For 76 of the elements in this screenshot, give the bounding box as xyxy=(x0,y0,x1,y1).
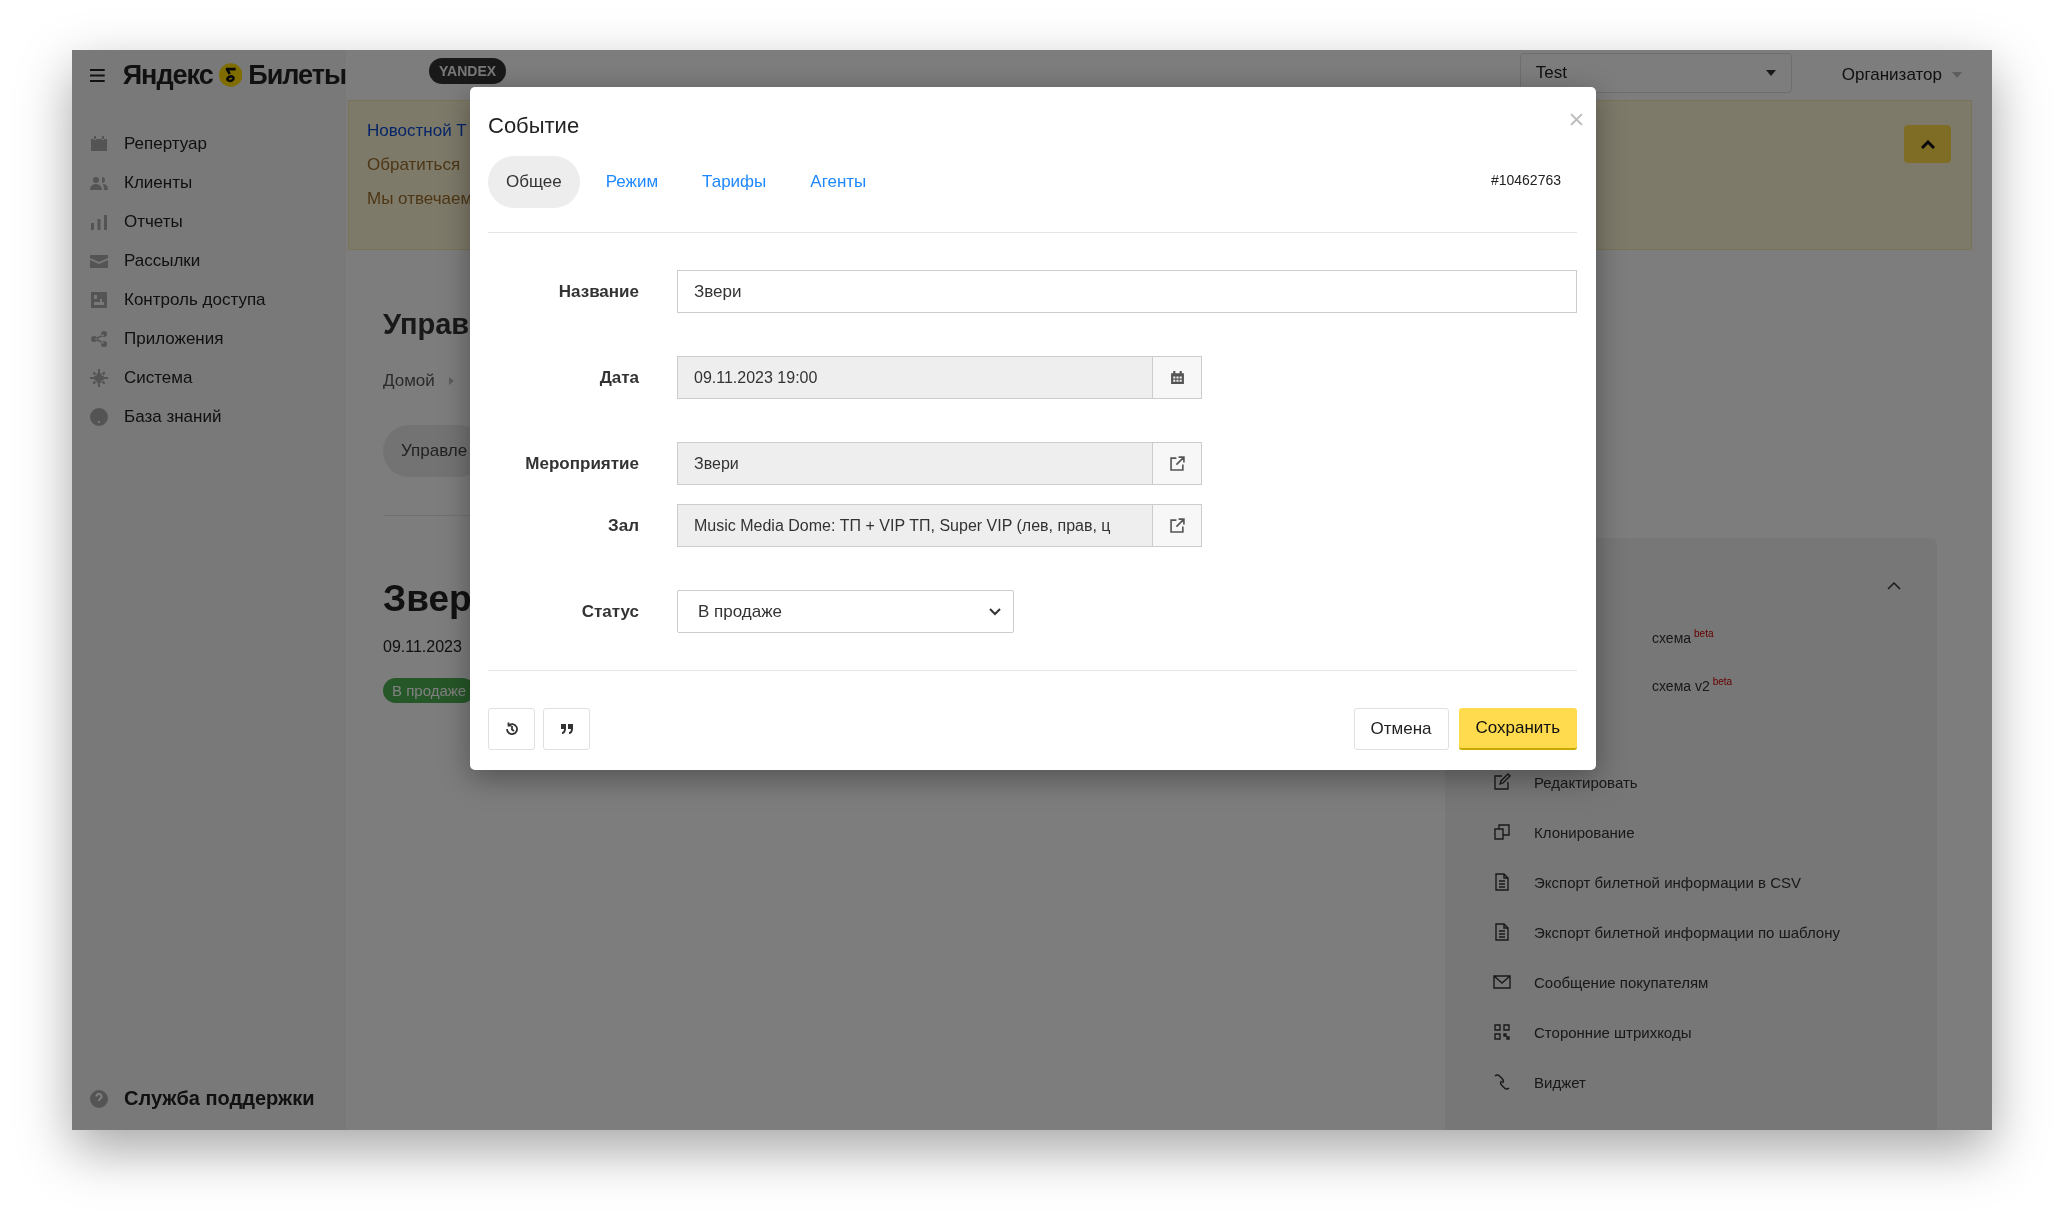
sidebar-item[interactable]: Отчеты xyxy=(72,202,346,241)
open-link-button[interactable] xyxy=(1153,442,1202,485)
sidebar-item[interactable]: Репертуар xyxy=(72,124,346,163)
event-date: 09.11.2023 xyxy=(383,638,462,656)
event-id: #10462763 xyxy=(1490,172,1561,188)
share-icon xyxy=(89,328,109,349)
org-badge: YANDEX xyxy=(429,58,507,84)
calendar-icon xyxy=(89,133,109,154)
square-grid-icon xyxy=(89,289,109,310)
sidebar-item[interactable]: База знаний xyxy=(72,397,346,436)
action-item[interactable]: Экспорт билетной информации в CSV xyxy=(1492,871,1801,894)
calendar-button[interactable] xyxy=(1153,356,1202,399)
action-item[interactable]: Сообщение покупателям xyxy=(1492,971,1709,994)
readonly-field[interactable]: Music Media Dome: ТП + VIP ТП, Super VIP (лев, прав, ц xyxy=(677,504,1153,547)
action-item[interactable]: Клонирование xyxy=(1492,821,1635,844)
copy-icon xyxy=(1492,822,1512,843)
action-item[interactable]: Сторонние штрихкоды xyxy=(1492,1021,1692,1044)
edit-icon xyxy=(1492,772,1512,793)
link-icon xyxy=(1492,1072,1512,1093)
field-label: Мероприятие xyxy=(524,453,639,474)
seat-map-link[interactable]: схема $^{beta}$ xyxy=(1652,628,1714,646)
page-title: Управ xyxy=(383,308,470,341)
logo-text: Билеты xyxy=(248,59,346,91)
sidebar-item[interactable]: Контроль доступа xyxy=(72,280,346,319)
save-button[interactable]: Сохранить xyxy=(1458,708,1577,750)
history-button[interactable] xyxy=(488,708,535,750)
document-icon xyxy=(1492,872,1512,893)
chevron-icon[interactable] xyxy=(1887,582,1901,590)
logo-icon xyxy=(218,63,243,87)
sidebar-item[interactable]: Приложения xyxy=(72,319,346,358)
field-label: Название xyxy=(557,281,639,302)
field-label: Дата xyxy=(598,367,639,388)
readonly-field[interactable]: Звери xyxy=(677,442,1153,485)
breadcrumb-link[interactable]: Домой xyxy=(383,371,435,391)
cancel-button[interactable]: Отмена xyxy=(1353,708,1449,750)
support-link[interactable]: Служба поддержки xyxy=(72,1087,346,1110)
chevron-up-icon xyxy=(1920,139,1935,149)
caret-icon xyxy=(1952,72,1962,78)
sidebar-item[interactable]: Рассылки xyxy=(72,241,346,280)
history-icon xyxy=(503,721,520,737)
role-menu[interactable]: Организатор xyxy=(1841,65,1962,85)
notice-text: Мы отвечаем xyxy=(367,189,473,209)
document-icon xyxy=(1492,922,1512,943)
action-item[interactable]: Виджет xyxy=(1492,1071,1586,1094)
name-field[interactable]: Звери xyxy=(677,270,1577,313)
external-link-icon xyxy=(1169,456,1185,471)
chevron-down-icon xyxy=(989,607,1001,616)
calendar-icon xyxy=(1169,370,1185,385)
sidebar-item[interactable]: Клиенты xyxy=(72,163,346,202)
status-select[interactable]: В продаже xyxy=(677,590,1014,633)
menu-icon[interactable] xyxy=(90,68,105,82)
dialog-title: Событие xyxy=(488,113,580,139)
caret-right-icon xyxy=(448,377,454,385)
quote-icon xyxy=(558,721,575,737)
action-item[interactable]: Экспорт билетной информации по шаблону xyxy=(1492,921,1840,944)
dialog-tab[interactable]: Тарифы xyxy=(684,156,785,208)
caret-icon xyxy=(1765,70,1776,76)
notice-text: Обратиться xyxy=(367,155,461,175)
dialog-tab[interactable]: Общее xyxy=(488,156,580,208)
date-field[interactable]: 09.11.2023 19:00 xyxy=(677,356,1153,399)
qr-code-icon xyxy=(1492,1022,1512,1043)
open-link-button[interactable] xyxy=(1153,504,1202,547)
dialog-tab[interactable]: Режим xyxy=(587,156,677,208)
collapse-button[interactable] xyxy=(1904,125,1951,163)
notice-link[interactable]: Новостной Т xyxy=(367,121,467,141)
sidebar-item[interactable]: Система xyxy=(72,358,346,397)
dialog-tab[interactable]: Агенты xyxy=(792,156,885,208)
action-item[interactable]: Редактировать xyxy=(1492,771,1638,794)
seat-map-link[interactable]: схема v2 $^{beta}$ xyxy=(1652,675,1733,694)
field-label: Зал xyxy=(607,515,639,536)
external-link-icon xyxy=(1169,518,1185,533)
quote-button[interactable] xyxy=(543,708,590,750)
event-title: Звер xyxy=(383,578,472,620)
gear-icon xyxy=(89,367,109,388)
logo-text: Яндекс xyxy=(122,59,213,91)
field-label: Статус xyxy=(580,601,639,622)
